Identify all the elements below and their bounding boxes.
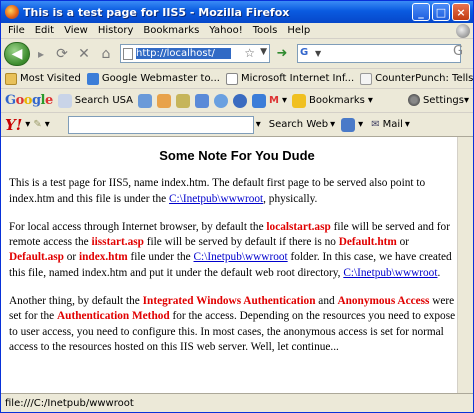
back-button[interactable]: ◀ xyxy=(4,41,30,66)
settings-button[interactable]: Settings ▾ xyxy=(407,94,469,106)
globe-icon[interactable] xyxy=(233,93,248,108)
search-engine-dropdown-icon[interactable]: ▼ xyxy=(315,49,321,58)
reload-icon[interactable]: ⟳ xyxy=(52,44,72,64)
paragraph-1: This is a test page for IIS5, name index… xyxy=(9,177,426,205)
minimize-button[interactable]: _ xyxy=(412,3,430,21)
settings-dropdown-icon: ▾ xyxy=(463,94,469,106)
bookmark-counterpunch[interactable]: CounterPunch: Tells t... xyxy=(360,72,473,85)
yahoo-dropdown-icon[interactable]: ▾ xyxy=(25,119,30,130)
google-logo: Google xyxy=(5,93,53,108)
search-web-button[interactable]: Search Web ▾ xyxy=(269,119,335,130)
mail-button[interactable]: ✉ Mail ▾ xyxy=(371,119,410,130)
bookmark-google-webmaster[interactable]: Google Webmaster to... xyxy=(86,72,220,85)
menu-help[interactable]: Help xyxy=(282,25,315,36)
compass-icon[interactable] xyxy=(214,93,229,108)
yahoo-search-dropdown-icon[interactable]: ▾ xyxy=(256,119,261,130)
page-favicon-icon xyxy=(225,72,238,85)
url-input[interactable] xyxy=(136,48,231,59)
paragraph-3: Another thing, by default the Integrated… xyxy=(9,295,456,353)
search-input[interactable] xyxy=(324,47,455,60)
url-dropdown-icon[interactable]: ▼ xyxy=(260,47,267,57)
search-usa-button[interactable]: Search USA xyxy=(75,95,133,106)
popup-blocker-icon[interactable] xyxy=(195,93,210,108)
browser-window: This is a test page for IIS5 - Mozilla F… xyxy=(0,0,474,413)
title-bar[interactable]: This is a test page for IIS5 - Mozilla F… xyxy=(1,1,473,23)
menu-file[interactable]: File xyxy=(3,25,30,36)
window-title: This is a test page for IIS5 - Mozilla F… xyxy=(23,5,290,19)
bookmarks-toolbar: Most Visited Google Webmaster to... Micr… xyxy=(1,69,473,89)
yahoo-toolbar: Y! ▾ ✎ ▾ ▾ Search Web ▾ ▾ ✉ Mail ▾ xyxy=(1,113,473,137)
menu-bookmarks[interactable]: Bookmarks xyxy=(138,25,204,36)
address-bar[interactable]: ☆ ▼ xyxy=(120,44,270,63)
mail-icon: ✉ xyxy=(371,119,380,130)
calendar-icon[interactable] xyxy=(252,93,267,108)
gmail-icon[interactable]: M xyxy=(269,95,279,106)
image-icon[interactable] xyxy=(138,93,153,108)
google-toolbar: Google Search USA M ▾ Bookmarks ▾ Settin… xyxy=(1,89,473,113)
stop-icon[interactable]: ✕ xyxy=(74,44,94,64)
throbber-icon xyxy=(456,24,470,38)
mail-dropdown-icon: ▾ xyxy=(404,119,410,130)
forward-dropdown-icon[interactable]: ▸ xyxy=(32,45,50,63)
menu-bar: File Edit View History Bookmarks Yahoo! … xyxy=(1,23,473,39)
shield-icon[interactable] xyxy=(341,117,356,132)
pencil-dropdown-icon[interactable]: ▾ xyxy=(45,119,50,130)
maximize-button[interactable]: □ xyxy=(432,3,450,21)
menu-tools[interactable]: Tools xyxy=(248,25,283,36)
menu-yahoo[interactable]: Yahoo! xyxy=(204,25,247,36)
dropdown-icon[interactable]: ▾ xyxy=(282,95,287,106)
yahoo-search-input[interactable] xyxy=(68,117,249,131)
counterpunch-favicon-icon xyxy=(360,72,373,85)
page-heading: Some Note For You Dude xyxy=(159,148,315,163)
search-web-dropdown-icon: ▾ xyxy=(330,119,336,130)
bookmark-star-icon[interactable]: ☆ xyxy=(244,46,255,60)
shopping-icon[interactable] xyxy=(176,93,191,108)
shield-dropdown-icon[interactable]: ▾ xyxy=(358,119,363,130)
firefox-icon xyxy=(5,5,19,19)
search-box[interactable]: G ▼ xyxy=(297,44,461,63)
home-icon[interactable]: ⌂ xyxy=(96,44,116,64)
menu-view[interactable]: View xyxy=(59,25,93,36)
navigation-toolbar: ◀ ▸ ⟳ ✕ ⌂ ☆ ▼ ➜ G ▼ G xyxy=(1,39,473,69)
folder-icon xyxy=(5,72,17,85)
pencil-icon[interactable]: ✎ xyxy=(33,119,41,130)
vertical-scrollbar[interactable] xyxy=(457,137,473,393)
page-icon xyxy=(123,47,133,60)
wwwroot-link-2[interactable]: C:\Inetpub\wwwroot xyxy=(194,251,288,263)
news-icon[interactable] xyxy=(157,93,172,108)
yahoo-logo[interactable]: Y! xyxy=(5,116,22,134)
go-icon[interactable]: ➜ xyxy=(273,45,291,63)
google-favicon-icon xyxy=(86,72,99,85)
bookmark-microsoft-iis[interactable]: Microsoft Internet Inf... xyxy=(225,72,354,85)
gear-icon xyxy=(407,94,420,106)
bookmarks-button[interactable]: Bookmarks xyxy=(309,95,365,106)
status-bar: file:///C:/Inetpub/wwwroot xyxy=(1,393,473,412)
bookmark-most-visited[interactable]: Most Visited xyxy=(5,72,81,85)
search-icon[interactable] xyxy=(57,93,72,108)
yahoo-search-box[interactable] xyxy=(67,115,254,134)
page-content: Some Note For You Dude This is a test pa… xyxy=(1,137,473,393)
star-icon[interactable] xyxy=(292,93,306,108)
google-search-icon: G xyxy=(300,46,309,58)
close-button[interactable]: × xyxy=(452,3,470,21)
bookmarks-dropdown-icon[interactable]: ▾ xyxy=(368,95,373,106)
menu-edit[interactable]: Edit xyxy=(30,25,59,36)
status-text: file:///C:/Inetpub/wwwroot xyxy=(5,398,134,409)
search-go-icon[interactable]: G xyxy=(453,44,469,62)
wwwroot-link-1[interactable]: C:\Inetpub\wwwroot xyxy=(169,193,263,205)
paragraph-2: For local access through Internet browse… xyxy=(9,220,452,279)
wwwroot-link-3[interactable]: C:\Inetpub\wwwroot xyxy=(343,267,437,279)
menu-history[interactable]: History xyxy=(93,25,139,36)
